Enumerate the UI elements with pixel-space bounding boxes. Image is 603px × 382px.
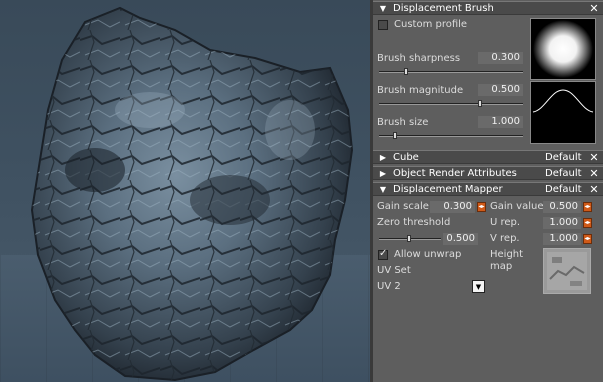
brush-size-slider[interactable] — [379, 132, 523, 139]
zero-threshold-slider[interactable] — [379, 235, 441, 242]
u-rep-label: U rep. — [490, 217, 521, 228]
3d-viewport[interactable] — [0, 0, 370, 382]
close-icon[interactable]: ✕ — [585, 2, 603, 15]
gain-scale-spinner-icon[interactable]: ◂▸ — [477, 202, 486, 212]
brush-sharpness-label: Brush sharpness — [377, 53, 461, 64]
v-rep-spinner-icon[interactable]: ◂▸ — [583, 234, 592, 244]
v-rep-label: V rep. — [490, 233, 520, 244]
attribute-panel: ▼ Displacement Brush ✕ Custom profile Br… — [373, 0, 603, 382]
height-map-thumbnail[interactable] — [543, 248, 591, 294]
zero-threshold-field[interactable]: 0.500 — [443, 233, 478, 245]
gain-value-field[interactable]: 0.500 — [543, 201, 581, 213]
section-title: Displacement Mapper — [393, 183, 503, 195]
section-title: Cube — [393, 151, 419, 163]
expand-icon[interactable]: ▶ — [373, 169, 393, 178]
gain-scale-label: Gain scale — [377, 201, 429, 212]
dropdown-arrow-icon[interactable]: ▼ — [472, 280, 485, 293]
allow-unwrap-label: Allow unwrap — [394, 249, 462, 260]
gain-scale-field[interactable]: 0.300 — [430, 201, 475, 213]
uv-set-value: UV 2 — [377, 281, 401, 292]
u-rep-field[interactable]: 1.000 — [543, 217, 581, 229]
slider-thumb[interactable] — [393, 132, 397, 139]
zero-threshold-label: Zero threshold — [377, 217, 451, 228]
object-render-attributes-header[interactable]: ▶ Object Render Attributes Default ✕ — [373, 166, 603, 180]
custom-profile-checkbox[interactable] — [378, 20, 388, 30]
gain-value-label: Gain value — [490, 201, 544, 212]
expand-icon[interactable]: ▶ — [373, 153, 393, 162]
default-button[interactable]: Default — [545, 184, 585, 195]
cube-header[interactable]: ▶ Cube Default ✕ — [373, 150, 603, 164]
collapse-icon[interactable]: ▼ — [373, 4, 393, 13]
section-title: Displacement Brush — [393, 2, 494, 14]
allow-unwrap-checkbox[interactable] — [378, 248, 388, 260]
slider-thumb[interactable] — [407, 235, 411, 242]
brush-magnitude-field[interactable]: 0.500 — [478, 84, 523, 96]
brush-size-label: Brush size — [377, 117, 429, 128]
uv-set-label: UV Set — [377, 265, 411, 276]
brush-falloff-preview — [530, 18, 596, 80]
default-button[interactable]: Default — [545, 152, 585, 163]
u-rep-spinner-icon[interactable]: ◂▸ — [583, 218, 592, 228]
brush-size-field[interactable]: 1.000 — [478, 116, 523, 128]
v-rep-field[interactable]: 1.000 — [543, 233, 581, 245]
brush-magnitude-slider[interactable] — [379, 100, 523, 107]
close-icon[interactable]: ✕ — [585, 183, 603, 196]
displacement-mapper-header[interactable]: ▼ Displacement Mapper Default ✕ — [373, 182, 603, 196]
gain-value-spinner-icon[interactable]: ◂▸ — [583, 202, 592, 212]
brush-profile-curve[interactable] — [530, 81, 596, 144]
displacement-brush-header[interactable]: ▼ Displacement Brush ✕ — [373, 1, 603, 15]
brush-sharpness-slider[interactable] — [379, 68, 523, 75]
default-button[interactable]: Default — [545, 168, 585, 179]
uv-set-dropdown[interactable]: UV 2 ▼ — [377, 280, 485, 294]
rock-model — [30, 6, 354, 382]
height-map-label: Height map — [490, 249, 524, 272]
section-title: Object Render Attributes — [393, 167, 517, 179]
custom-profile-label: Custom profile — [394, 19, 468, 30]
collapse-icon[interactable]: ▼ — [373, 185, 393, 194]
close-icon[interactable]: ✕ — [585, 151, 603, 164]
brush-magnitude-label: Brush magnitude — [377, 85, 464, 96]
brush-sharpness-field[interactable]: 0.300 — [478, 52, 523, 64]
slider-thumb[interactable] — [404, 68, 408, 75]
slider-thumb[interactable] — [478, 100, 482, 107]
close-icon[interactable]: ✕ — [585, 167, 603, 180]
